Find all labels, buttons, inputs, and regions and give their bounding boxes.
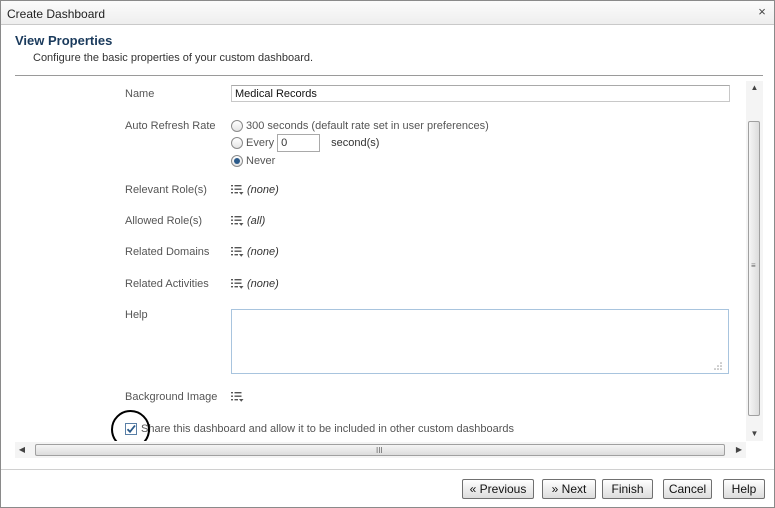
vertical-scrollbar[interactable]: ▲ ≡ ▼ bbox=[746, 81, 763, 441]
page-title: View Properties bbox=[15, 33, 113, 48]
vertical-scroll-thumb[interactable]: ≡ bbox=[748, 121, 760, 416]
auto-refresh-label: Auto Refresh Rate bbox=[125, 120, 216, 132]
scroll-down-icon[interactable]: ▼ bbox=[746, 427, 763, 441]
properties-form: Name Auto Refresh Rate 300 seconds (defa… bbox=[15, 79, 763, 441]
help-textarea[interactable] bbox=[231, 309, 729, 374]
refresh-never-label: Never bbox=[246, 155, 276, 167]
share-dashboard-checkbox[interactable] bbox=[125, 423, 137, 435]
background-image-picker[interactable] bbox=[231, 392, 247, 402]
list-picker-icon[interactable] bbox=[231, 247, 244, 257]
related-domains-picker[interactable]: (none) bbox=[231, 246, 279, 258]
related-domains-label: Related Domains bbox=[125, 246, 210, 258]
cancel-button[interactable]: Cancel bbox=[663, 479, 712, 499]
refresh-seconds-unit: second(s) bbox=[331, 137, 380, 149]
previous-button[interactable]: « Previous bbox=[462, 479, 534, 499]
finish-button[interactable]: Finish bbox=[602, 479, 653, 499]
page-subtitle: Configure the basic properties of your c… bbox=[33, 52, 314, 64]
refresh-every-option[interactable]: Every second(s) bbox=[231, 134, 379, 152]
related-activities-value: (none) bbox=[247, 278, 279, 290]
resize-grip-icon[interactable] bbox=[713, 360, 723, 370]
help-label: Help bbox=[125, 309, 148, 321]
refresh-every-radio[interactable] bbox=[231, 137, 243, 149]
relevant-roles-label: Relevant Role(s) bbox=[125, 184, 207, 196]
refresh-every-label: Every bbox=[246, 137, 275, 149]
list-picker-icon[interactable] bbox=[231, 185, 244, 195]
name-label: Name bbox=[125, 88, 155, 100]
window-title: Create Dashboard bbox=[7, 7, 106, 21]
refresh-default-label: 300 seconds (default rate set in user pr… bbox=[246, 120, 489, 132]
relevant-roles-value: (none) bbox=[247, 184, 279, 196]
list-picker-icon[interactable] bbox=[231, 392, 244, 402]
scroll-up-icon[interactable]: ▲ bbox=[746, 81, 763, 95]
relevant-roles-picker[interactable]: (none) bbox=[231, 184, 279, 196]
list-picker-icon[interactable] bbox=[231, 279, 244, 289]
horizontal-scrollbar[interactable]: ◀ III ▶ bbox=[15, 442, 746, 458]
refresh-default-option[interactable]: 300 seconds (default rate set in user pr… bbox=[231, 120, 489, 132]
allowed-roles-picker[interactable]: (all) bbox=[231, 215, 265, 227]
related-activities-picker[interactable]: (none) bbox=[231, 278, 279, 290]
allowed-roles-label: Allowed Role(s) bbox=[125, 215, 203, 227]
footer-divider bbox=[1, 469, 774, 470]
title-bar: Create Dashboard × bbox=[1, 1, 774, 25]
refresh-default-radio[interactable] bbox=[231, 120, 243, 132]
create-dashboard-dialog: Create Dashboard × View Properties Confi… bbox=[0, 0, 775, 508]
scroll-left-icon[interactable]: ◀ bbox=[15, 442, 29, 458]
related-activities-label: Related Activities bbox=[125, 278, 209, 290]
grip-icon: ≡ bbox=[751, 261, 756, 270]
next-button[interactable]: » Next bbox=[542, 479, 596, 499]
header-divider bbox=[15, 75, 763, 76]
scroll-right-icon[interactable]: ▶ bbox=[732, 442, 746, 458]
grip-icon: III bbox=[376, 446, 383, 455]
refresh-seconds-input[interactable] bbox=[277, 134, 321, 152]
horizontal-scroll-thumb[interactable]: III bbox=[35, 444, 725, 456]
name-input[interactable] bbox=[231, 85, 730, 102]
check-icon bbox=[126, 424, 136, 434]
help-button[interactable]: Help bbox=[723, 479, 765, 499]
list-picker-icon[interactable] bbox=[231, 216, 244, 226]
wizard-header: View Properties Configure the basic prop… bbox=[1, 26, 774, 76]
allowed-roles-value: (all) bbox=[247, 215, 266, 227]
share-dashboard-label: Share this dashboard and allow it to be … bbox=[141, 423, 515, 435]
share-dashboard-option[interactable]: Share this dashboard and allow it to be … bbox=[125, 423, 514, 435]
refresh-never-radio[interactable] bbox=[231, 155, 243, 167]
background-image-label: Background Image bbox=[125, 391, 218, 403]
refresh-never-option[interactable]: Never bbox=[231, 155, 275, 167]
close-icon[interactable]: × bbox=[756, 5, 768, 19]
related-domains-value: (none) bbox=[247, 246, 279, 258]
